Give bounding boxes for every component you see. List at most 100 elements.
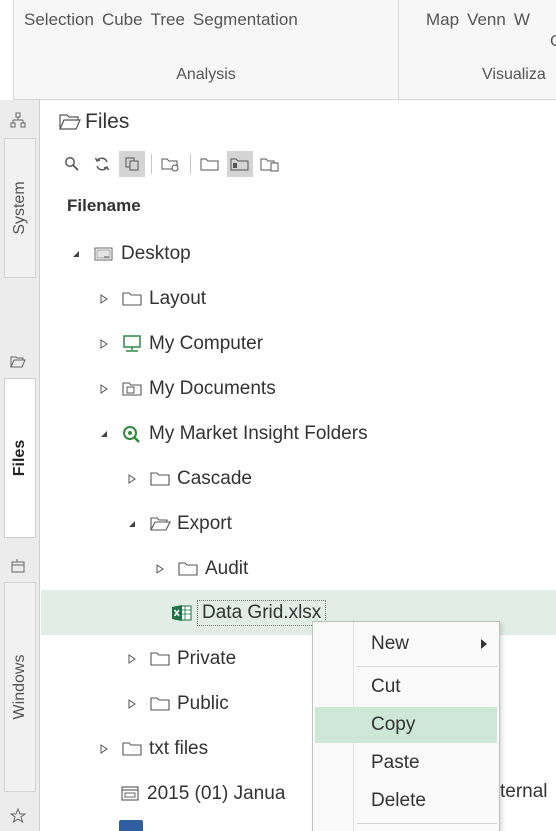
tree-item-cascade[interactable]: Cascade (41, 456, 556, 501)
tree-item-label: Export (177, 512, 232, 534)
expanded-arrow-icon[interactable] (69, 247, 83, 261)
tree-item-label: Data Grid.xlsx (197, 599, 327, 626)
context-menu-paste[interactable]: Paste (315, 745, 497, 781)
map-button[interactable]: Map (424, 10, 461, 30)
folder-details-button[interactable] (257, 151, 283, 177)
window-file-icon (121, 785, 139, 801)
folder-icon (150, 696, 170, 711)
folder-icon (122, 741, 142, 756)
analysis-buttons: Selection Cube Tree Segmentation (22, 10, 304, 30)
network-icon[interactable] (10, 112, 26, 128)
context-menu-copy[interactable]: Copy (315, 707, 497, 743)
copy-icon (125, 157, 139, 171)
collapsed-arrow-icon[interactable] (97, 742, 111, 756)
desktop-icon (94, 247, 113, 260)
tree-item-label: My Computer (149, 332, 264, 354)
context-menu-cut[interactable]: Cut (315, 669, 497, 705)
collapsed-arrow-icon[interactable] (125, 697, 139, 711)
tree-item-my-computer[interactable]: My Computer (41, 321, 556, 366)
visualization-group-label: Visualiza (482, 66, 546, 83)
expanded-arrow-icon[interactable] (125, 517, 139, 531)
refresh-button[interactable] (89, 151, 115, 177)
window-icon[interactable] (10, 558, 26, 574)
excel-file-icon (172, 604, 192, 621)
files-toolbar (59, 150, 283, 178)
tree-item-label: Private (177, 647, 237, 669)
tree-item-export[interactable]: Export (41, 501, 556, 546)
search-button[interactable] (59, 151, 85, 177)
tree-item-layout[interactable]: Layout (41, 276, 556, 321)
background-text-fragment: ternal (500, 781, 548, 802)
folder-open-icon (150, 516, 171, 531)
tree-item-desktop[interactable]: Desktop (41, 231, 556, 276)
folder-pane-icon (230, 158, 249, 171)
tree-item-label: Layout (149, 287, 207, 309)
segmentation-button[interactable]: Segmentation (191, 10, 300, 30)
tree-item-audit[interactable]: Audit (41, 546, 556, 591)
tab-system-label: System (11, 181, 28, 235)
new-folder-button[interactable] (158, 151, 184, 177)
tree-item-label: txt files (149, 737, 209, 759)
submenu-arrow-icon (481, 639, 487, 649)
folder-details-icon (260, 158, 279, 172)
tree-item-my-documents[interactable]: My Documents (41, 366, 556, 411)
tree-item-label: My Documents (149, 377, 276, 399)
context-menu-cut-label: Cut (371, 676, 401, 697)
collapsed-arrow-icon[interactable] (97, 382, 111, 396)
tree-item-my-market-insight-folders[interactable]: My Market Insight Folders (41, 411, 556, 456)
w-button[interactable]: W (512, 10, 532, 30)
ribbon-edge (0, 0, 14, 100)
tab-files[interactable]: Files (4, 378, 36, 538)
context-menu-paste-label: Paste (371, 752, 420, 773)
column-header-filename[interactable]: Filename (67, 196, 141, 216)
expanded-arrow-icon[interactable] (97, 427, 111, 441)
collapsed-arrow-icon[interactable] (125, 652, 139, 666)
star-icon[interactable] (10, 808, 26, 824)
collapsed-arrow-icon[interactable] (153, 562, 167, 576)
partial-file-icon (119, 820, 143, 831)
context-menu-separator (357, 666, 497, 667)
context-menu-new[interactable]: New (315, 626, 497, 662)
folder-icon (150, 651, 170, 666)
folder-open-icon[interactable] (10, 354, 26, 370)
folder-open-icon (59, 114, 81, 130)
panel-header: Files (59, 110, 129, 134)
tree-item-label: Cascade (177, 467, 252, 489)
ribbon: Selection Cube Tree Segmentation Analysi… (0, 0, 556, 100)
collapsed-arrow-icon[interactable] (97, 292, 111, 306)
tab-windows-label: Windows (11, 654, 28, 720)
collapsed-arrow-icon[interactable] (97, 337, 111, 351)
documents-folder-icon (122, 381, 142, 396)
copy-view-button[interactable] (119, 151, 145, 177)
folder-icon (178, 561, 198, 576)
tree-item-label: Audit (205, 557, 249, 579)
tab-windows[interactable]: Windows (4, 582, 36, 792)
panel-title: Files (85, 110, 130, 133)
tree-item-label: Desktop (121, 242, 191, 264)
tree-item-label: Public (177, 692, 229, 714)
cube-button[interactable]: Cube (100, 10, 145, 30)
folder-icon (150, 471, 170, 486)
new-folder-icon (161, 158, 179, 172)
market-insight-search-icon (123, 425, 140, 443)
folder-view-button[interactable] (197, 151, 223, 177)
analysis-group-label: Analysis (176, 66, 236, 83)
context-menu-delete[interactable]: Delete (315, 783, 497, 819)
folder-tree-button[interactable] (227, 151, 253, 177)
search-icon (65, 157, 79, 171)
ribbon-group-analysis: Selection Cube Tree Segmentation Analysi… (14, 0, 399, 99)
folder-icon (200, 158, 219, 171)
context-menu: New Cut Copy Paste Delete (312, 621, 500, 831)
computer-icon (123, 334, 141, 352)
tab-system[interactable]: System (4, 138, 36, 278)
tree-button[interactable]: Tree (149, 10, 187, 30)
selection-button[interactable]: Selection (22, 10, 96, 30)
tree-item-label: 2015 (01) Janua (147, 782, 286, 804)
collapsed-arrow-icon[interactable] (125, 472, 139, 486)
visualization-buttons: Map Venn W (424, 10, 536, 30)
toolbar-separator (151, 154, 152, 174)
context-menu-new-label: New (371, 633, 410, 654)
venn-button[interactable]: Venn (465, 10, 508, 30)
ribbon-group-visualization: Map Venn W C Visualiza (400, 0, 556, 99)
toolbar-separator (190, 154, 191, 174)
